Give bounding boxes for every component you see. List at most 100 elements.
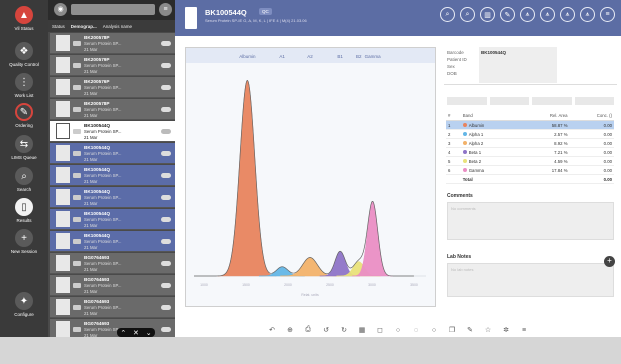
- nav-item-0[interactable]: ▲ Vil Status: [0, 6, 48, 31]
- sample-row[interactable]: BK200578P Serum Protein SP... 21 Mar: [50, 99, 175, 120]
- status-icon: [73, 106, 81, 112]
- band-name-cell: Beta 1: [460, 147, 520, 157]
- view-tab-3[interactable]: [532, 97, 572, 105]
- gel-thumbnail[interactable]: [185, 7, 197, 29]
- electropherogram-chart[interactable]: Albumin A1 A2 B1 B2 Gamma 1000 1500 2000 2500 3000…: [185, 47, 436, 307]
- sample-row[interactable]: BK200578P Serum Protein SP... 21 Mar: [50, 33, 175, 54]
- dob-label: DOB: [447, 71, 457, 76]
- sex-label: Sex: [447, 64, 455, 69]
- band-label: Albumin: [239, 54, 256, 59]
- nav-item-7[interactable]: + New Session: [0, 229, 48, 254]
- add-comment-button[interactable]: +: [604, 256, 615, 267]
- sample-row[interactable]: BK100544Q Serum Protein SP... 21 Mar: [50, 143, 175, 164]
- pager-up-icon[interactable]: ⌃: [120, 329, 126, 337]
- row-tag: [161, 217, 171, 222]
- sample-row[interactable]: BK100544Q Serum Protein SP... 21 Mar: [50, 231, 175, 252]
- search-icon[interactable]: ⌕: [460, 7, 475, 22]
- settings-icon[interactable]: ✲: [502, 326, 511, 334]
- crop-icon[interactable]: ◻: [376, 326, 385, 334]
- filter-icon[interactable]: ◉: [54, 3, 67, 16]
- lane-4-icon[interactable]: ⩚: [580, 7, 595, 22]
- nav-label: New Session: [10, 249, 38, 254]
- col-status[interactable]: Status: [52, 24, 65, 29]
- band-row[interactable]: 1 Albumin 58.87 % 0.00: [446, 120, 614, 130]
- x-tick-label: 1500: [242, 283, 250, 287]
- col-demographics[interactable]: Demograp...: [71, 24, 97, 29]
- lane-3-icon[interactable]: ⩚: [560, 7, 575, 22]
- sample-row[interactable]: BG0764693 Serum Protein SP... 21 Mar: [50, 319, 175, 337]
- chart-svg: Albumin A1 A2 B1 B2 Gamma 1000 1500 2000 2500 3000…: [186, 48, 435, 297]
- sample-row[interactable]: BK200576P Serum Protein SP... 21 Mar: [50, 77, 175, 98]
- link-icon[interactable]: ○: [430, 327, 439, 334]
- view-tab-2[interactable]: [489, 97, 529, 105]
- sample-row[interactable]: BG0764693 Serum Protein SP... 21 Mar: [50, 253, 175, 274]
- view-tab-1[interactable]: [447, 97, 487, 105]
- band-row[interactable]: 6 Gamma 17.84 % 0.00: [446, 165, 614, 175]
- pager-close-icon[interactable]: ✕: [133, 329, 139, 337]
- status-icon: [73, 260, 81, 266]
- row-analysis: Serum Protein SP...: [84, 62, 122, 68]
- edit-icon[interactable]: ✎: [466, 326, 475, 334]
- row-analysis: Serum Protein SP...: [84, 128, 122, 134]
- sample-row[interactable]: BK100544Q Serum Protein SP... 21 Mar: [50, 165, 175, 186]
- search-input[interactable]: [71, 4, 155, 15]
- gel-thumbnail: [56, 79, 70, 95]
- nav-label: Vil Status: [14, 26, 34, 31]
- circle-icon[interactable]: ○: [394, 327, 403, 334]
- nav-item-6[interactable]: ▯ Results: [0, 198, 48, 223]
- chart-icon[interactable]: ▥: [480, 7, 495, 22]
- band-rel-area: 7.21 %: [519, 147, 570, 157]
- row-barcode: BK100544Q: [84, 232, 111, 238]
- status-icon: [73, 40, 81, 46]
- band-row[interactable]: 5 Beta 2 4.59 % 0.00: [446, 156, 614, 166]
- gel-thumbnail: [56, 211, 70, 227]
- band-row[interactable]: 3 Alpha 2 8.92 % 0.00: [446, 138, 614, 148]
- x-axis-label: Relat. units: [301, 293, 319, 297]
- menu-icon[interactable]: ≡: [600, 7, 615, 22]
- band-name: Beta 1: [468, 149, 482, 155]
- menu-icon[interactable]: ≡: [159, 3, 172, 16]
- nav-label: LIMS Queue: [11, 155, 37, 160]
- zoom-icon[interactable]: ⌕: [440, 7, 455, 22]
- print-icon[interactable]: ⎙: [304, 326, 313, 334]
- status-icon: [73, 238, 81, 244]
- zoom-in-icon[interactable]: ⊕: [286, 326, 295, 334]
- pen-icon[interactable]: ✎: [500, 7, 515, 22]
- nav-item-1[interactable]: ❖ Quality Control: [0, 42, 48, 67]
- undo-icon[interactable]: ↶: [268, 326, 277, 334]
- split-icon[interactable]: ◌: [412, 327, 421, 334]
- pager-down-icon[interactable]: ⌄: [146, 329, 152, 337]
- sample-row[interactable]: BK100544Q Serum Protein SP... 21 Mar: [50, 121, 175, 142]
- star-icon[interactable]: ☆: [484, 326, 493, 334]
- sample-row[interactable]: BG0764693 Serum Protein SP... 21 Mar: [50, 297, 175, 318]
- band-label: B1: [337, 54, 343, 59]
- nav-label: Search: [16, 187, 32, 192]
- band-row[interactable]: 2 Alpha 1 2.57 % 0.00: [446, 129, 614, 139]
- sample-row[interactable]: BK100544Q Serum Protein SP... 21 Mar: [50, 209, 175, 230]
- copy-icon[interactable]: ❐: [448, 326, 457, 334]
- grid-icon[interactable]: ▦: [358, 326, 367, 334]
- view-tab-4[interactable]: [574, 97, 614, 105]
- lane-1-icon[interactable]: ⩚: [520, 7, 535, 22]
- sample-row[interactable]: BK200579P Serum Protein SP... 21 Mar: [50, 55, 175, 76]
- sample-row[interactable]: BG0764693 Serum Protein SP... 21 Mar: [50, 275, 175, 296]
- comments-field[interactable]: No comments: [447, 202, 614, 240]
- status-icon: [73, 216, 81, 222]
- gel-thumbnail: [56, 321, 70, 337]
- col-analysis-name[interactable]: Analysis name: [103, 24, 132, 29]
- rotate-left-icon[interactable]: ↺: [322, 326, 331, 334]
- lane-2-icon[interactable]: ⩚: [540, 7, 555, 22]
- band-row[interactable]: 4 Beta 1 7.21 % 0.00: [446, 147, 614, 157]
- nav-item-5[interactable]: ⌕ Search: [0, 167, 48, 192]
- nav-item-2[interactable]: ⋮ Work List: [0, 73, 48, 98]
- nav-item-4[interactable]: ⇆ LIMS Queue: [0, 135, 48, 160]
- list-icon[interactable]: ≡: [520, 327, 529, 334]
- rotate-right-icon[interactable]: ↻: [340, 326, 349, 334]
- status-icon: [73, 128, 81, 134]
- lab-notes-field[interactable]: No lab notes: [447, 263, 614, 297]
- nav-item-8[interactable]: ✦ Configure: [0, 292, 48, 317]
- peak-albumin[interactable]: [217, 79, 277, 277]
- nav-item-3[interactable]: ✎ Ordering: [0, 103, 48, 128]
- sample-row[interactable]: BK100544Q Serum Protein SP... 21 Mar: [50, 187, 175, 208]
- row-analysis: Serum Protein SP...: [84, 282, 122, 288]
